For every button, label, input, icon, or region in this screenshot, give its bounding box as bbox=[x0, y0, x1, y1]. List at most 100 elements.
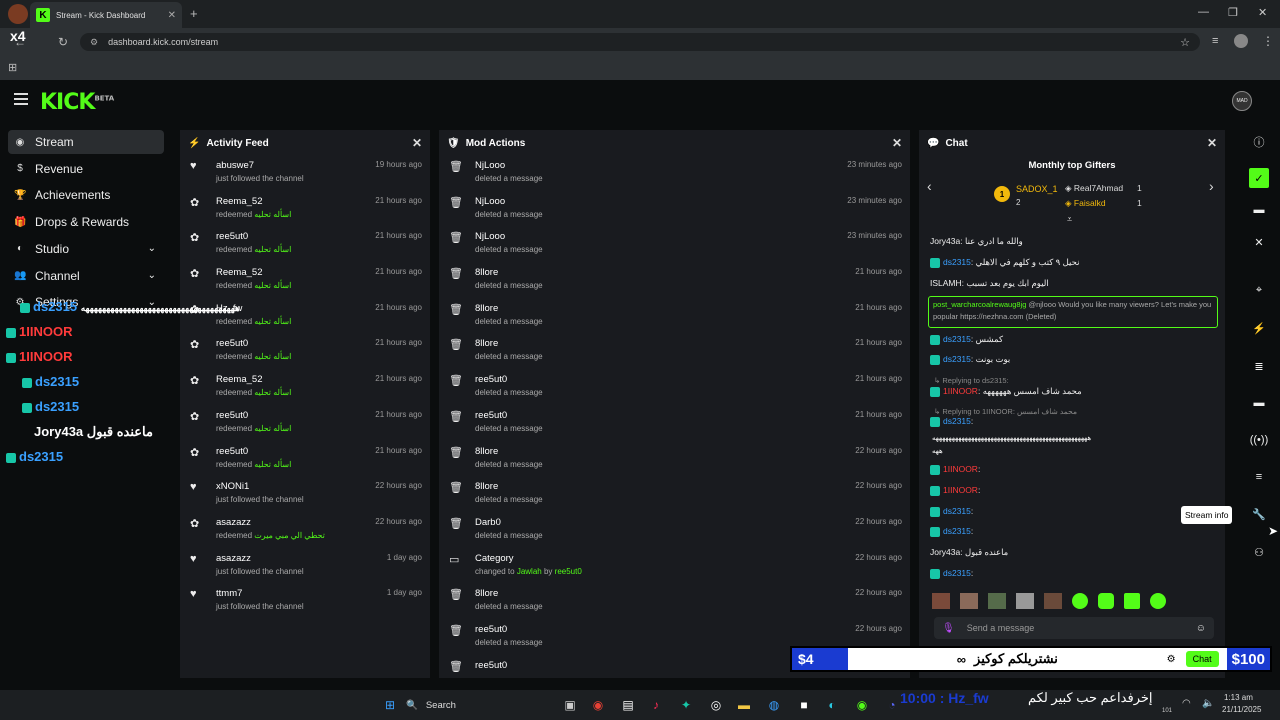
activity-user[interactable]: ree5ut0 bbox=[216, 446, 375, 457]
emote-5-icon[interactable] bbox=[1044, 593, 1062, 609]
chat-username[interactable]: ds2315 bbox=[943, 257, 971, 267]
chat-username[interactable]: ISLAMH bbox=[930, 278, 962, 288]
emote-2-icon[interactable] bbox=[960, 593, 978, 609]
site-info-icon[interactable]: ⚙ bbox=[90, 37, 98, 48]
mod-user[interactable]: 8llore bbox=[475, 267, 855, 278]
chat-icon[interactable]: ▬ bbox=[1249, 393, 1269, 413]
activity-user[interactable]: ree5ut0 bbox=[216, 338, 375, 349]
edge-icon[interactable]: ◐ bbox=[824, 697, 840, 713]
activity-user[interactable]: Reema_52 bbox=[216, 374, 375, 385]
list-icon[interactable]: ≣ bbox=[1249, 356, 1269, 376]
file-icon[interactable]: ▤ bbox=[620, 697, 636, 713]
chevron-down-icon[interactable]: ⌄ bbox=[148, 243, 156, 254]
obs-icon[interactable]: ◎ bbox=[708, 697, 724, 713]
activity-user[interactable]: ttmm7 bbox=[216, 588, 387, 599]
activity-user[interactable]: ree5ut0 bbox=[216, 231, 375, 242]
broadcast-icon[interactable]: ((•)) bbox=[1249, 430, 1269, 450]
sidebar-item-stream[interactable]: ◉ Stream bbox=[8, 130, 164, 154]
next-gifter-icon[interactable]: › bbox=[1209, 178, 1214, 194]
close-activity-icon[interactable]: ✕ bbox=[412, 136, 422, 150]
chat-username[interactable]: 1IINOOR bbox=[943, 485, 978, 495]
mod-user[interactable]: ree5ut0 bbox=[475, 374, 855, 385]
sidebar-item-channel[interactable]: 👥 Channel ⌄ bbox=[8, 264, 164, 288]
activity-user[interactable]: asazazz bbox=[216, 553, 387, 564]
tiktok-icon[interactable]: ♪ bbox=[648, 697, 664, 713]
url-field[interactable]: ⚙ dashboard.kick.com/stream ☆ bbox=[80, 33, 1200, 51]
profile-avatar[interactable] bbox=[8, 4, 28, 24]
mod-user[interactable]: Category bbox=[475, 553, 855, 564]
profile-icon[interactable] bbox=[1234, 34, 1248, 48]
mic-icon[interactable]: 🎙 bbox=[942, 623, 955, 634]
chat-username[interactable]: ds2315 bbox=[943, 416, 971, 426]
chat-username[interactable]: ds2315 bbox=[943, 568, 971, 578]
mod-user[interactable]: ree5ut0 bbox=[475, 410, 855, 421]
close-tab-icon[interactable]: ✕ bbox=[168, 10, 176, 21]
mod-user[interactable]: 8llore bbox=[475, 303, 855, 314]
emote-3-icon[interactable] bbox=[988, 593, 1006, 609]
app2-icon[interactable]: ◍ bbox=[766, 697, 782, 713]
wifi-icon[interactable]: ◠ bbox=[1182, 698, 1191, 709]
chat-username[interactable]: 1IINOOR bbox=[943, 464, 978, 474]
check-icon[interactable]: ✓ bbox=[1249, 168, 1269, 188]
chat-username[interactable]: ds2315 bbox=[943, 354, 971, 364]
sidebar-item-revenue[interactable]: $ Revenue bbox=[8, 157, 164, 181]
mod-user[interactable]: NjLooo bbox=[475, 160, 847, 171]
sidebar-item-achievements[interactable]: 🏆 Achievements bbox=[8, 183, 164, 207]
activity-user[interactable]: Reema_52 bbox=[216, 196, 375, 207]
discord-icon[interactable]: ◔ bbox=[884, 697, 900, 713]
bolt-icon[interactable]: ⚡ bbox=[1249, 318, 1269, 338]
mod-user[interactable]: 8llore bbox=[475, 446, 855, 457]
chevron-down-icon[interactable]: ⌄ bbox=[148, 270, 156, 281]
activity-user[interactable]: asazazz bbox=[216, 517, 375, 528]
activity-user[interactable]: xNONi1 bbox=[216, 481, 375, 492]
layout-icon[interactable]: ▬ bbox=[1249, 200, 1269, 220]
user-avatar[interactable]: MAD bbox=[1232, 91, 1252, 111]
emote-8-icon[interactable] bbox=[1124, 593, 1140, 609]
close-window-icon[interactable]: ✕ bbox=[1258, 6, 1267, 19]
media-icon[interactable]: ≡ bbox=[1212, 35, 1218, 47]
wrench-icon[interactable]: 🔧 bbox=[1249, 504, 1269, 524]
maximize-icon[interactable]: ❐ bbox=[1228, 6, 1238, 19]
mod-user[interactable]: ree5ut0 bbox=[475, 624, 855, 635]
donation-chat-button[interactable]: Chat bbox=[1185, 651, 1219, 667]
chat-username[interactable]: ds2315 bbox=[943, 526, 971, 536]
new-tab-icon[interactable]: + bbox=[190, 6, 198, 21]
windows-start-icon[interactable]: ⊞ bbox=[382, 697, 398, 713]
volume-icon[interactable]: 🔈 bbox=[1202, 698, 1214, 709]
target-icon[interactable]: ⌖ bbox=[1249, 280, 1269, 300]
chat-username[interactable]: Jory43a bbox=[930, 547, 960, 557]
minimize-icon[interactable]: — bbox=[1198, 6, 1209, 18]
sidebar-item-drops-rewards[interactable]: 🎁 Drops & Rewards bbox=[8, 210, 164, 234]
mod-user[interactable]: 8llore bbox=[475, 481, 855, 492]
folder-icon[interactable]: ▬ bbox=[736, 697, 752, 713]
mod-user[interactable]: Darb0 bbox=[475, 517, 855, 528]
mod-user[interactable]: NjLooo bbox=[475, 231, 847, 242]
kick-logo[interactable]: KICKBETA bbox=[40, 90, 114, 115]
emote-9-icon[interactable] bbox=[1150, 593, 1166, 609]
emote-7-icon[interactable] bbox=[1098, 593, 1114, 609]
collapse-icon[interactable]: ⩡ bbox=[1067, 214, 1072, 225]
app3-icon[interactable]: ■ bbox=[796, 697, 812, 713]
close-icon[interactable]: ✕ bbox=[1249, 232, 1269, 252]
emoji-icon[interactable]: ☺ bbox=[1196, 623, 1206, 634]
app-icon[interactable]: ✦ bbox=[678, 697, 694, 713]
close-chat-icon[interactable]: ✕ bbox=[1207, 136, 1217, 150]
close-mod-icon[interactable]: ✕ bbox=[892, 136, 902, 150]
activity-user[interactable]: Reema_52 bbox=[216, 267, 375, 278]
activity-user[interactable]: abuswe7 bbox=[216, 160, 375, 171]
mod-user[interactable]: 8llore bbox=[475, 588, 855, 599]
browser-tab[interactable]: K Stream - Kick Dashboard ✕ bbox=[30, 2, 182, 28]
reload-icon[interactable]: ↻ bbox=[58, 35, 68, 49]
sidebar-item-studio[interactable]: ◐ Studio ⌄ bbox=[8, 237, 164, 261]
activity-user[interactable]: ree5ut0 bbox=[216, 410, 375, 421]
chrome-icon[interactable]: ◉ bbox=[590, 697, 606, 713]
people-icon[interactable]: ⚇ bbox=[1249, 542, 1269, 562]
chrome-active-icon[interactable]: ◉ bbox=[854, 697, 870, 713]
apps-grid-icon[interactable]: ⊞ bbox=[8, 61, 17, 74]
emote-4-icon[interactable] bbox=[1016, 593, 1034, 609]
chat-username[interactable]: Jory43a bbox=[930, 236, 960, 246]
bookmark-star-icon[interactable]: ☆ bbox=[1180, 36, 1190, 49]
info-icon[interactable]: ⓘ bbox=[1249, 132, 1269, 152]
mod-user[interactable]: NjLooo bbox=[475, 196, 847, 207]
menu-dots-icon[interactable]: ⋮ bbox=[1262, 34, 1274, 48]
